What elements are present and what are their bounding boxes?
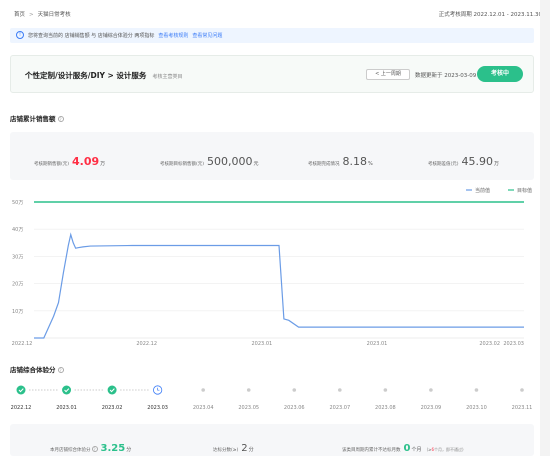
x-tick-label: 2023.02 xyxy=(479,341,500,347)
target-sales-value: 500,000 xyxy=(207,155,253,168)
fail-months-value: 0 xyxy=(403,443,411,454)
month-label: 2023.01 xyxy=(56,405,77,411)
experience-title-text: 店铺综合体验分 xyxy=(10,366,56,374)
pending-dot xyxy=(429,388,433,392)
month-label: 2023.02 xyxy=(102,405,123,411)
y-tick-label: 30万 xyxy=(12,254,23,260)
x-tick-label: 2022.12 xyxy=(12,341,33,347)
month-label: 2022.12 xyxy=(11,405,32,411)
current-value-line xyxy=(34,232,524,339)
scrollbar[interactable] xyxy=(540,0,550,456)
notice-banner: ! 您将查询当前的 店铺销售额 与 店铺综合体验分 两项指标 查看考核规则 查看常见… xyxy=(10,28,534,43)
experience-metrics-panel: 本月店铺综合体验分? 3.25分 达标分数(≥) 2分 该类目周期内累计不达标月数 0… xyxy=(10,424,534,456)
prev-period-button[interactable]: < 上一周期 xyxy=(366,69,410,80)
breadcrumb: 首页 > 天猫日常考核 xyxy=(14,10,71,18)
fail-months-note: (≥6个月，即不通过) xyxy=(427,447,464,452)
breadcrumb-home[interactable]: 首页 xyxy=(14,12,25,18)
pending-dot xyxy=(292,388,297,392)
pending-dot xyxy=(201,388,205,392)
status-badge: 考核中 xyxy=(477,66,523,82)
legend-label: 当前值 xyxy=(475,187,490,194)
fail-months-label: 该类目周期内累计不达标月数 xyxy=(342,448,401,453)
target-sales-unit: 元 xyxy=(253,161,259,167)
rules-link[interactable]: 查看考核规则 xyxy=(158,33,188,39)
month-label: 2023.05 xyxy=(238,405,259,411)
monthly-timeline: 2022.12 2023.01 2023.02 2023.03 2023.04 2023.… xyxy=(11,385,533,411)
sales-line-chart: 10万 20万 30万 40万 50万 2022.12 2022.12 2023.01 202… xyxy=(12,187,532,347)
completion-label: 考核期完成情况 xyxy=(308,162,340,167)
check-icon xyxy=(62,385,72,395)
category-label: 考核主营类目 xyxy=(152,74,183,80)
pending-dot xyxy=(383,388,388,392)
month-label: 2023.06 xyxy=(284,405,305,411)
actual-sales-value: 4.09 xyxy=(72,155,100,168)
gap-unit: 万 xyxy=(494,161,500,167)
pass-score-value: 2 xyxy=(241,443,248,454)
completion-unit: % xyxy=(368,161,373,167)
breadcrumb-separator: > xyxy=(29,12,34,18)
month-label: 2023.07 xyxy=(329,405,350,411)
pending-dot xyxy=(246,388,251,392)
pending-dot xyxy=(474,388,479,392)
check-icon xyxy=(16,385,26,395)
fail-note-c: 个月，即不通过) xyxy=(434,447,464,452)
info-icon: ! xyxy=(16,31,24,39)
completion-value: 8.18 xyxy=(342,155,368,168)
y-tick-label: 50万 xyxy=(12,200,23,206)
gap-label: 考核期差值(元) xyxy=(428,162,459,167)
target-sales-label: 考核期目标销售额(元) xyxy=(160,162,205,167)
actual-sales-unit: 万 xyxy=(100,161,106,167)
gap-value: 45.90 xyxy=(461,155,494,168)
score-label: 本月店铺综合体验分 xyxy=(50,448,91,453)
experience-section-title: 店铺综合体验分? xyxy=(10,364,64,374)
month-label: 2023.10 xyxy=(466,405,487,411)
month-label: 2023.04 xyxy=(193,405,214,411)
y-tick-label: 20万 xyxy=(12,282,23,288)
service-card: 个性定制/设计服务/DIY > 设计服务 考核主营类目 < 上一周期 数据更新于 … xyxy=(10,55,534,93)
month-label: 2023.09 xyxy=(421,405,442,411)
notice-text: 您将查询当前的 店铺销售额 与 店铺综合体验分 两项指标 xyxy=(28,33,155,39)
pass-score-label: 达标分数(≥) xyxy=(213,448,239,453)
service-name: 个性定制/设计服务/DIY > 设计服务 xyxy=(25,71,147,80)
pass-score-unit: 分 xyxy=(248,447,254,453)
pending-dot xyxy=(520,388,524,392)
actual-sales-label: 考核期销售额(元) xyxy=(34,162,70,167)
breadcrumb-current: 天猫日常考核 xyxy=(37,12,71,18)
help-icon[interactable]: ? xyxy=(91,446,98,452)
assessment-period: 正式考核周期 2022.12.01 - 2023.11.30 xyxy=(438,12,542,18)
score-unit: 分 xyxy=(126,447,132,453)
month-label: 2023.03 xyxy=(147,405,168,411)
x-tick-label: 2023.01 xyxy=(367,341,388,347)
help-icon[interactable]: ? xyxy=(57,367,64,373)
sales-section-title: 店铺累计销售额? xyxy=(10,113,64,123)
sales-metrics-panel: 考核期销售额(元) 4.09万 考核期目标销售额(元) 500,000元 考核期完成… xyxy=(10,132,534,180)
faq-link[interactable]: 查看常见问题 xyxy=(192,33,222,39)
sales-title-text: 店铺累计销售额 xyxy=(10,115,56,123)
month-label: 2023.08 xyxy=(375,405,396,411)
x-tick-label: 2023.03 xyxy=(503,341,524,347)
pending-dot xyxy=(338,388,342,392)
y-tick-label: 10万 xyxy=(12,309,23,315)
month-label: 2023.11 xyxy=(512,405,533,411)
y-tick-label: 40万 xyxy=(12,227,23,233)
x-tick-label: 2023.01 xyxy=(252,341,273,347)
legend-label: 目标值 xyxy=(517,187,532,194)
check-icon xyxy=(107,385,117,395)
x-tick-label: 2022.12 xyxy=(136,341,157,347)
score-value: 3.25 xyxy=(100,443,126,454)
update-date: 数据更新于 2023-03-09 xyxy=(415,73,477,79)
fail-months-unit: 个月 xyxy=(411,447,422,453)
help-icon[interactable]: ? xyxy=(57,116,64,122)
